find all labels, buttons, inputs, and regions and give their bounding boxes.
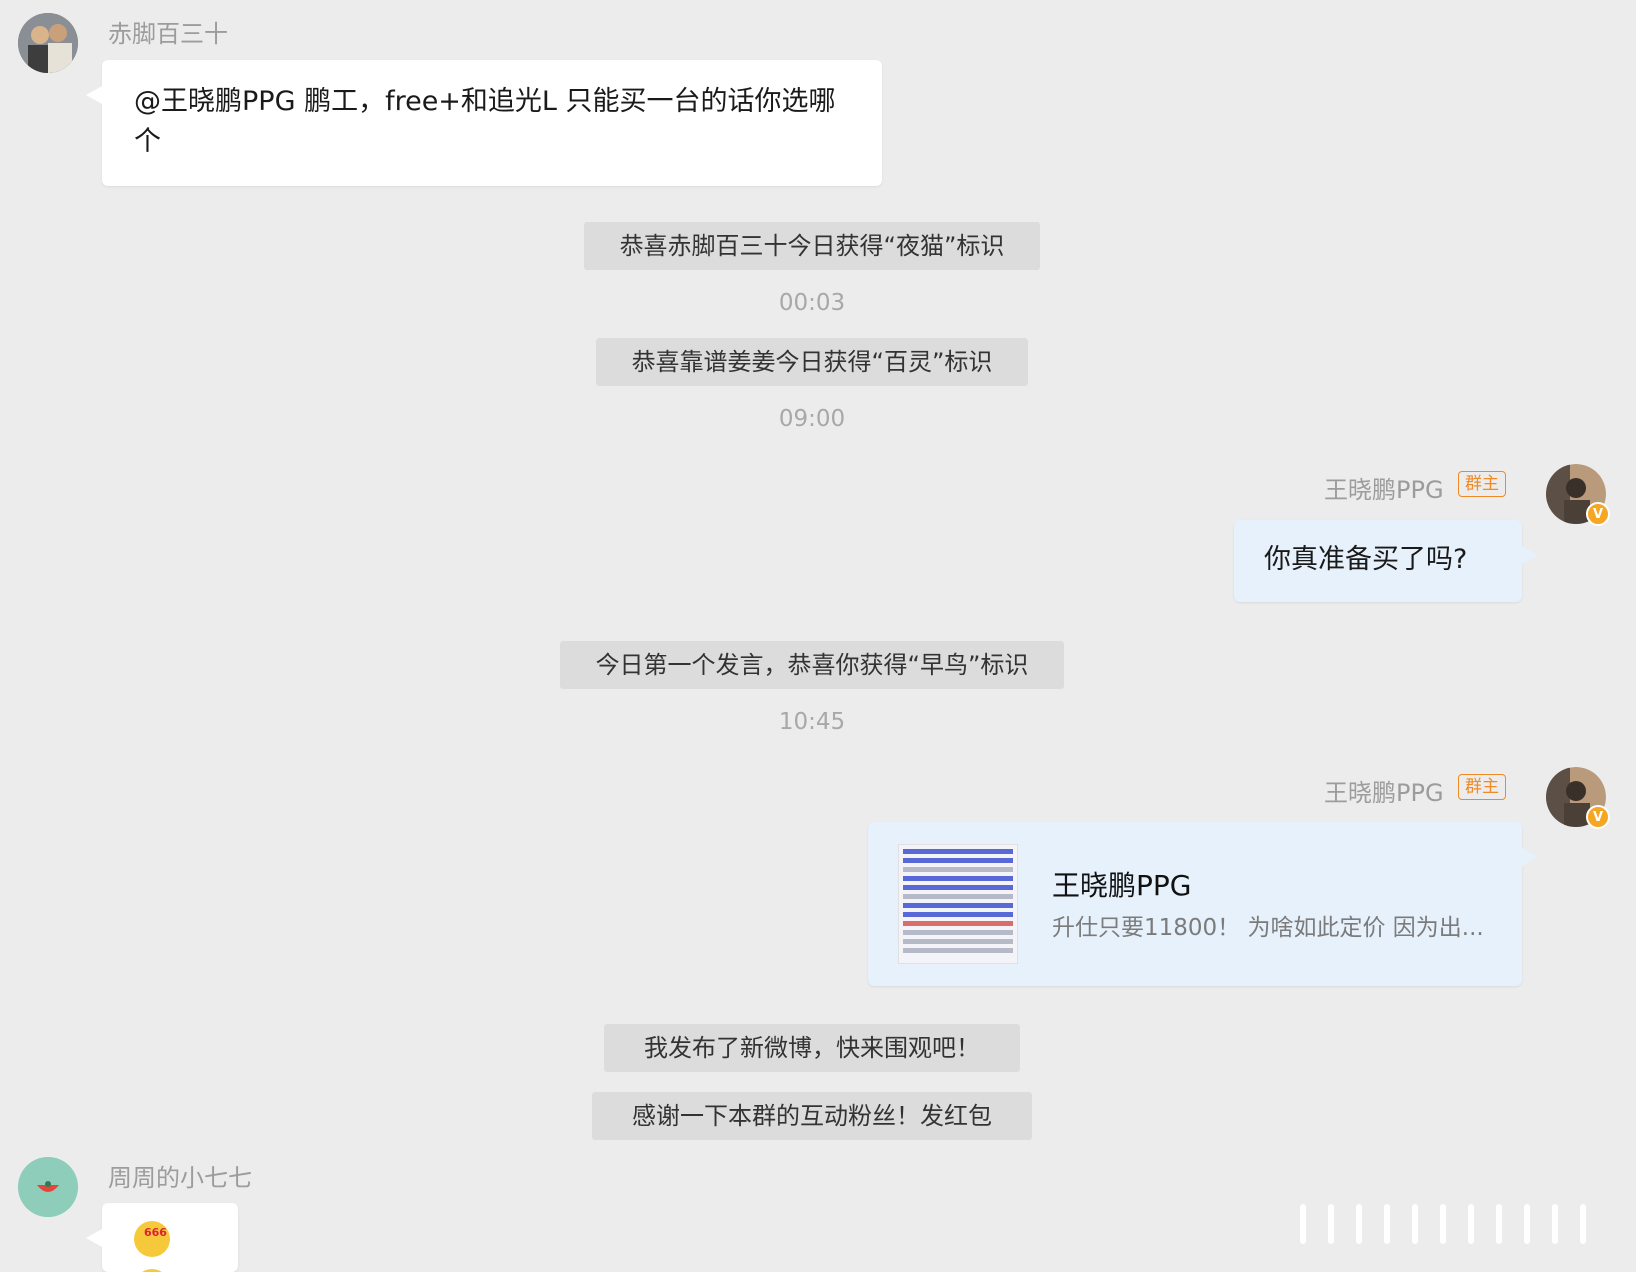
sender-name[interactable]: 王晓鹏PPG [1324, 773, 1444, 808]
group-owner-tag: 群主 [1458, 471, 1506, 497]
group-owner-tag: 群主 [1458, 774, 1506, 800]
message-bubble[interactable]: 666 666 [86, 1203, 238, 1272]
timestamp: 00:03 [778, 290, 846, 316]
system-notice: 我发布了新微博，快来围观吧！ [604, 1024, 1020, 1072]
sender-name[interactable]: 王晓鹏PPG [1324, 470, 1444, 505]
v-badge-icon: V [1586, 805, 1610, 829]
message-text: @王晓鹏PPG 鹏工，free+和追光L 只能买一台的话你选哪个 [134, 86, 836, 157]
system-notice: 今日第一个发言，恭喜你获得“早鸟”标识 [560, 641, 1064, 689]
avatar[interactable]: V [1546, 464, 1610, 526]
card-description: 升仕只要11800！ 为啥如此定价 因为出... [1052, 915, 1484, 941]
message-bubble[interactable]: 你真准备买了吗? [1234, 520, 1538, 602]
card-thumbnail [898, 844, 1018, 964]
system-notice: 感谢一下本群的互动粉丝！发红包 [592, 1092, 1032, 1140]
666-emoji-icon: 666 [134, 1221, 170, 1257]
watermark [1300, 1204, 1586, 1244]
avatar[interactable] [18, 1157, 78, 1217]
message-bubble[interactable]: @王晓鹏PPG 鹏工，free+和追光L 只能买一台的话你选哪个 [86, 60, 882, 186]
link-card[interactable]: 王晓鹏PPG 升仕只要11800！ 为啥如此定价 因为出... [868, 822, 1538, 986]
avatar[interactable] [18, 13, 78, 73]
timestamp: 10:45 [778, 709, 846, 735]
system-notice: 恭喜赤脚百三十今日获得“夜猫”标识 [584, 222, 1040, 270]
avatar[interactable]: V [1546, 767, 1610, 829]
timestamp: 09:00 [778, 406, 846, 432]
system-notice: 恭喜靠谱姜姜今日获得“百灵”标识 [596, 338, 1028, 386]
card-title: 王晓鹏PPG [1052, 869, 1192, 902]
sender-name[interactable]: 赤脚百三十 [108, 14, 228, 49]
message-text: 你真准备买了吗? [1264, 544, 1468, 575]
sender-name[interactable]: 周周的小七七 [108, 1158, 252, 1193]
v-badge-icon: V [1586, 502, 1610, 526]
